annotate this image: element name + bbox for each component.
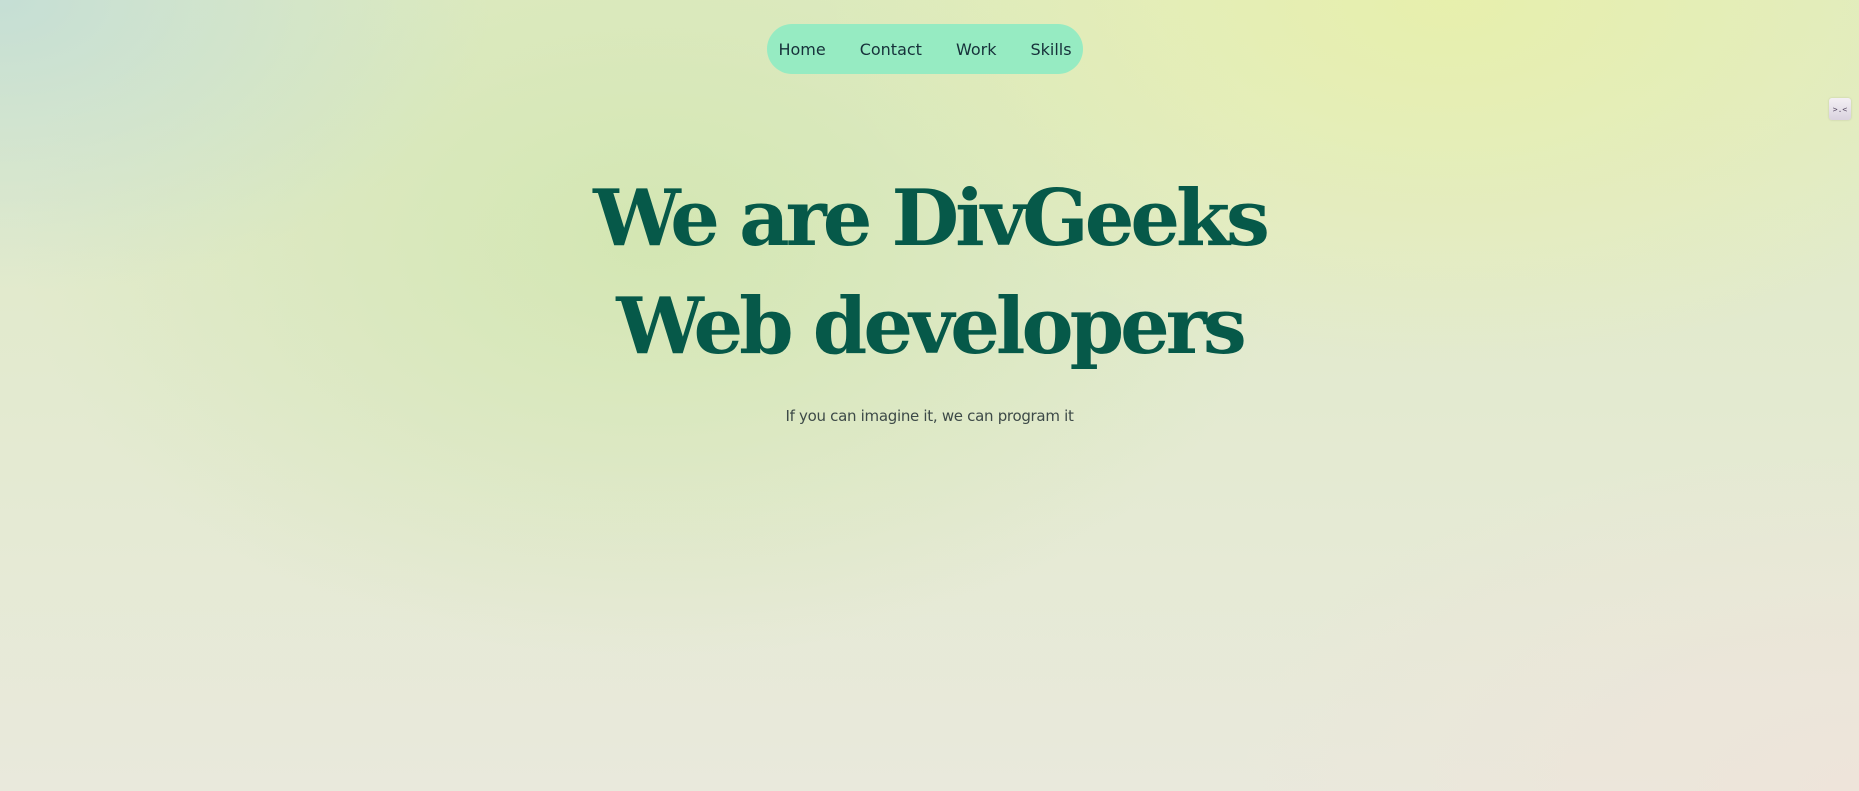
nav-skills-link[interactable]: Skills [1030, 40, 1071, 59]
nav-contact-link[interactable]: Contact [860, 40, 922, 59]
extension-widget-icon[interactable]: >.< [1829, 98, 1851, 120]
nav-work-link[interactable]: Work [956, 40, 997, 59]
main-nav: Home Contact Work Skills [767, 24, 1083, 74]
hero-section: We are DivGeeks Web developers [0, 165, 1859, 381]
hero-heading-line-1: We are DivGeeks [593, 173, 1270, 264]
hero-heading-line-2: Web developers [616, 281, 1247, 372]
hero-tagline: If you can imagine it, we can program it [785, 407, 1074, 425]
nav-home-link[interactable]: Home [778, 40, 825, 59]
